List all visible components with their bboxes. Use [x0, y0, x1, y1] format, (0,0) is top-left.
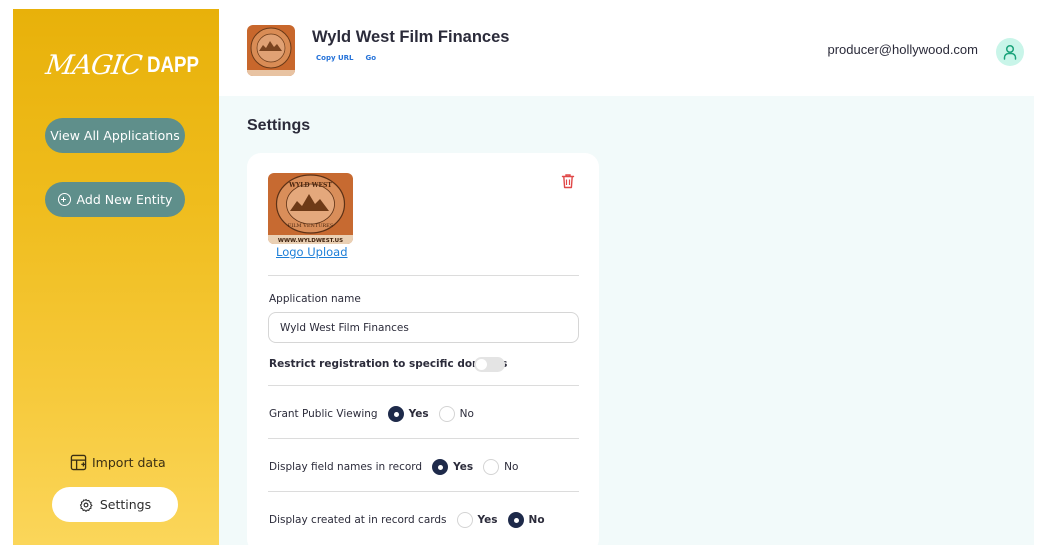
delete-logo-icon[interactable]	[561, 173, 575, 189]
display-created-at-row: Display created at in record cards Yes N…	[269, 512, 545, 528]
logo-block-text: DAPP	[147, 52, 200, 77]
public-viewing-no-option[interactable]: No	[438, 406, 474, 422]
view-all-applications-button[interactable]: View All Applications	[45, 118, 185, 153]
user-avatar-button[interactable]	[996, 38, 1024, 66]
logo-text-url: WWW.WYLDWEST.US	[278, 238, 343, 244]
add-new-entity-button[interactable]: Add New Entity	[45, 182, 185, 217]
settings-card: WYLD WEST FILM VENTURES WWW.WYLDWEST.US …	[247, 153, 599, 545]
logo-text-bottom: FILM VENTURES	[288, 223, 334, 229]
add-new-entity-label: Add New Entity	[76, 192, 173, 207]
application-logo-thumbnail	[247, 25, 295, 76]
copy-url-link[interactable]: Copy URL	[316, 54, 354, 62]
user-email: producer@hollywood.com	[827, 42, 979, 57]
import-data-link[interactable]: Import data	[70, 451, 166, 473]
field-names-yes-option[interactable]: Yes	[432, 459, 473, 475]
created-at-yes-option[interactable]: Yes	[456, 512, 498, 528]
logo-text-top: WYLD WEST	[288, 182, 332, 189]
table-import-icon	[70, 454, 87, 470]
application-logo-preview: WYLD WEST FILM VENTURES WWW.WYLDWEST.US	[268, 173, 353, 244]
public-viewing-yes-label: Yes	[408, 408, 429, 420]
app-logo[interactable]: MAGIC DAPP	[43, 45, 200, 85]
public-viewing-yes-radio[interactable]	[387, 406, 404, 422]
created-at-no-radio[interactable]	[507, 512, 524, 528]
sidebar: MAGIC DAPP View All Applications Add New…	[13, 9, 219, 545]
divider	[268, 438, 579, 439]
field-names-no-label: No	[504, 461, 519, 473]
application-name-label: Application name	[269, 293, 361, 305]
go-link[interactable]: Go	[366, 54, 377, 62]
display-created-at-label: Display created at in record cards	[269, 514, 447, 526]
public-viewing-no-label: No	[459, 408, 474, 420]
view-all-applications-label: View All Applications	[50, 128, 180, 143]
application-title: Wyld West Film Finances	[312, 28, 510, 46]
divider	[268, 491, 579, 492]
created-at-yes-label: Yes	[477, 514, 498, 526]
created-at-no-option[interactable]: No	[507, 512, 545, 528]
settings-label: Settings	[99, 497, 152, 512]
top-header: Wyld West Film Finances Copy URL Go prod…	[219, 0, 1038, 96]
display-field-names-row: Display field names in record Yes No	[269, 459, 518, 475]
divider	[268, 275, 579, 276]
settings-button[interactable]: Settings	[52, 487, 178, 522]
logo-script-text: MAGIC	[43, 49, 144, 81]
restrict-registration-toggle[interactable]	[474, 357, 505, 372]
logo-upload-link[interactable]: Logo Upload	[276, 245, 348, 259]
import-data-label: Import data	[92, 454, 166, 470]
field-names-yes-radio[interactable]	[432, 459, 449, 475]
created-at-yes-radio[interactable]	[456, 512, 473, 528]
application-name-input[interactable]: Wyld West Film Finances	[268, 312, 579, 343]
public-viewing-no-radio[interactable]	[438, 406, 455, 422]
divider	[268, 385, 579, 386]
grant-public-viewing-row: Grant Public Viewing Yes No	[269, 406, 474, 422]
field-names-yes-label: Yes	[453, 461, 474, 473]
gear-icon	[79, 498, 93, 512]
plus-circle-icon	[57, 193, 71, 206]
restrict-registration-label: Restrict registration to specific domain…	[269, 358, 508, 370]
application-name-value: Wyld West Film Finances	[280, 321, 409, 334]
public-viewing-yes-option[interactable]: Yes	[387, 406, 429, 422]
display-field-names-label: Display field names in record	[269, 461, 423, 473]
field-names-no-option[interactable]: No	[483, 459, 518, 475]
header-links: Copy URL Go	[316, 54, 376, 62]
page-title: Settings	[247, 117, 311, 134]
grant-public-viewing-label: Grant Public Viewing	[269, 408, 378, 420]
main-content: Settings WYLD WEST FILM VENTURES WWW.WYL…	[219, 96, 1034, 545]
created-at-no-label: No	[528, 514, 545, 526]
user-icon	[1003, 44, 1017, 60]
field-names-no-radio[interactable]	[483, 459, 500, 475]
